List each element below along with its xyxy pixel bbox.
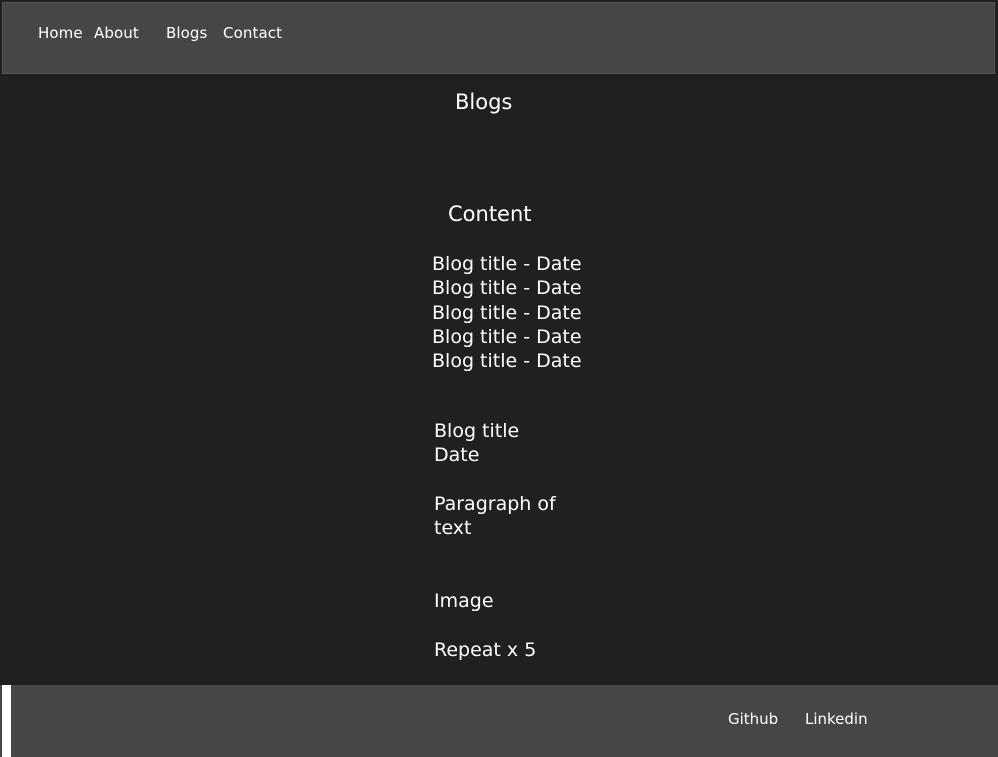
footer-linkedin-link[interactable]: Linkedin [805, 710, 868, 728]
blog-list: Blog title - Date Blog title - Date Blog… [432, 252, 582, 373]
nav-blogs-link[interactable]: Blogs [166, 24, 207, 42]
blog-list-item[interactable]: Blog title - Date [432, 276, 582, 300]
page-frame: Home About Blogs Contact Blogs Content B… [0, 0, 998, 757]
footer-edge-divider [2, 685, 11, 757]
blog-post-date: Date [434, 444, 480, 466]
blog-post-title: Blog title [434, 420, 520, 442]
footer: Github Linkedin [0, 685, 998, 757]
footer-github-link[interactable]: Github [728, 710, 778, 728]
repeat-note: Repeat x 5 [434, 639, 537, 661]
blog-list-item[interactable]: Blog title - Date [432, 325, 582, 349]
content-heading: Content [448, 202, 532, 226]
blog-list-item[interactable]: Blog title - Date [432, 301, 582, 325]
blog-post-paragraph-line-2: text [434, 517, 472, 539]
top-navbar: Home About Blogs Contact [2, 2, 995, 74]
blog-post-paragraph-line-1: Paragraph of [434, 493, 556, 515]
blog-post-image-placeholder: Image [434, 590, 494, 612]
nav-home-link[interactable]: Home [38, 24, 83, 42]
page-title: Blogs [455, 90, 513, 114]
blog-list-item[interactable]: Blog title - Date [432, 252, 582, 276]
nav-contact-link[interactable]: Contact [223, 24, 282, 42]
blog-list-item[interactable]: Blog title - Date [432, 349, 582, 373]
nav-about-link[interactable]: About [94, 24, 139, 42]
